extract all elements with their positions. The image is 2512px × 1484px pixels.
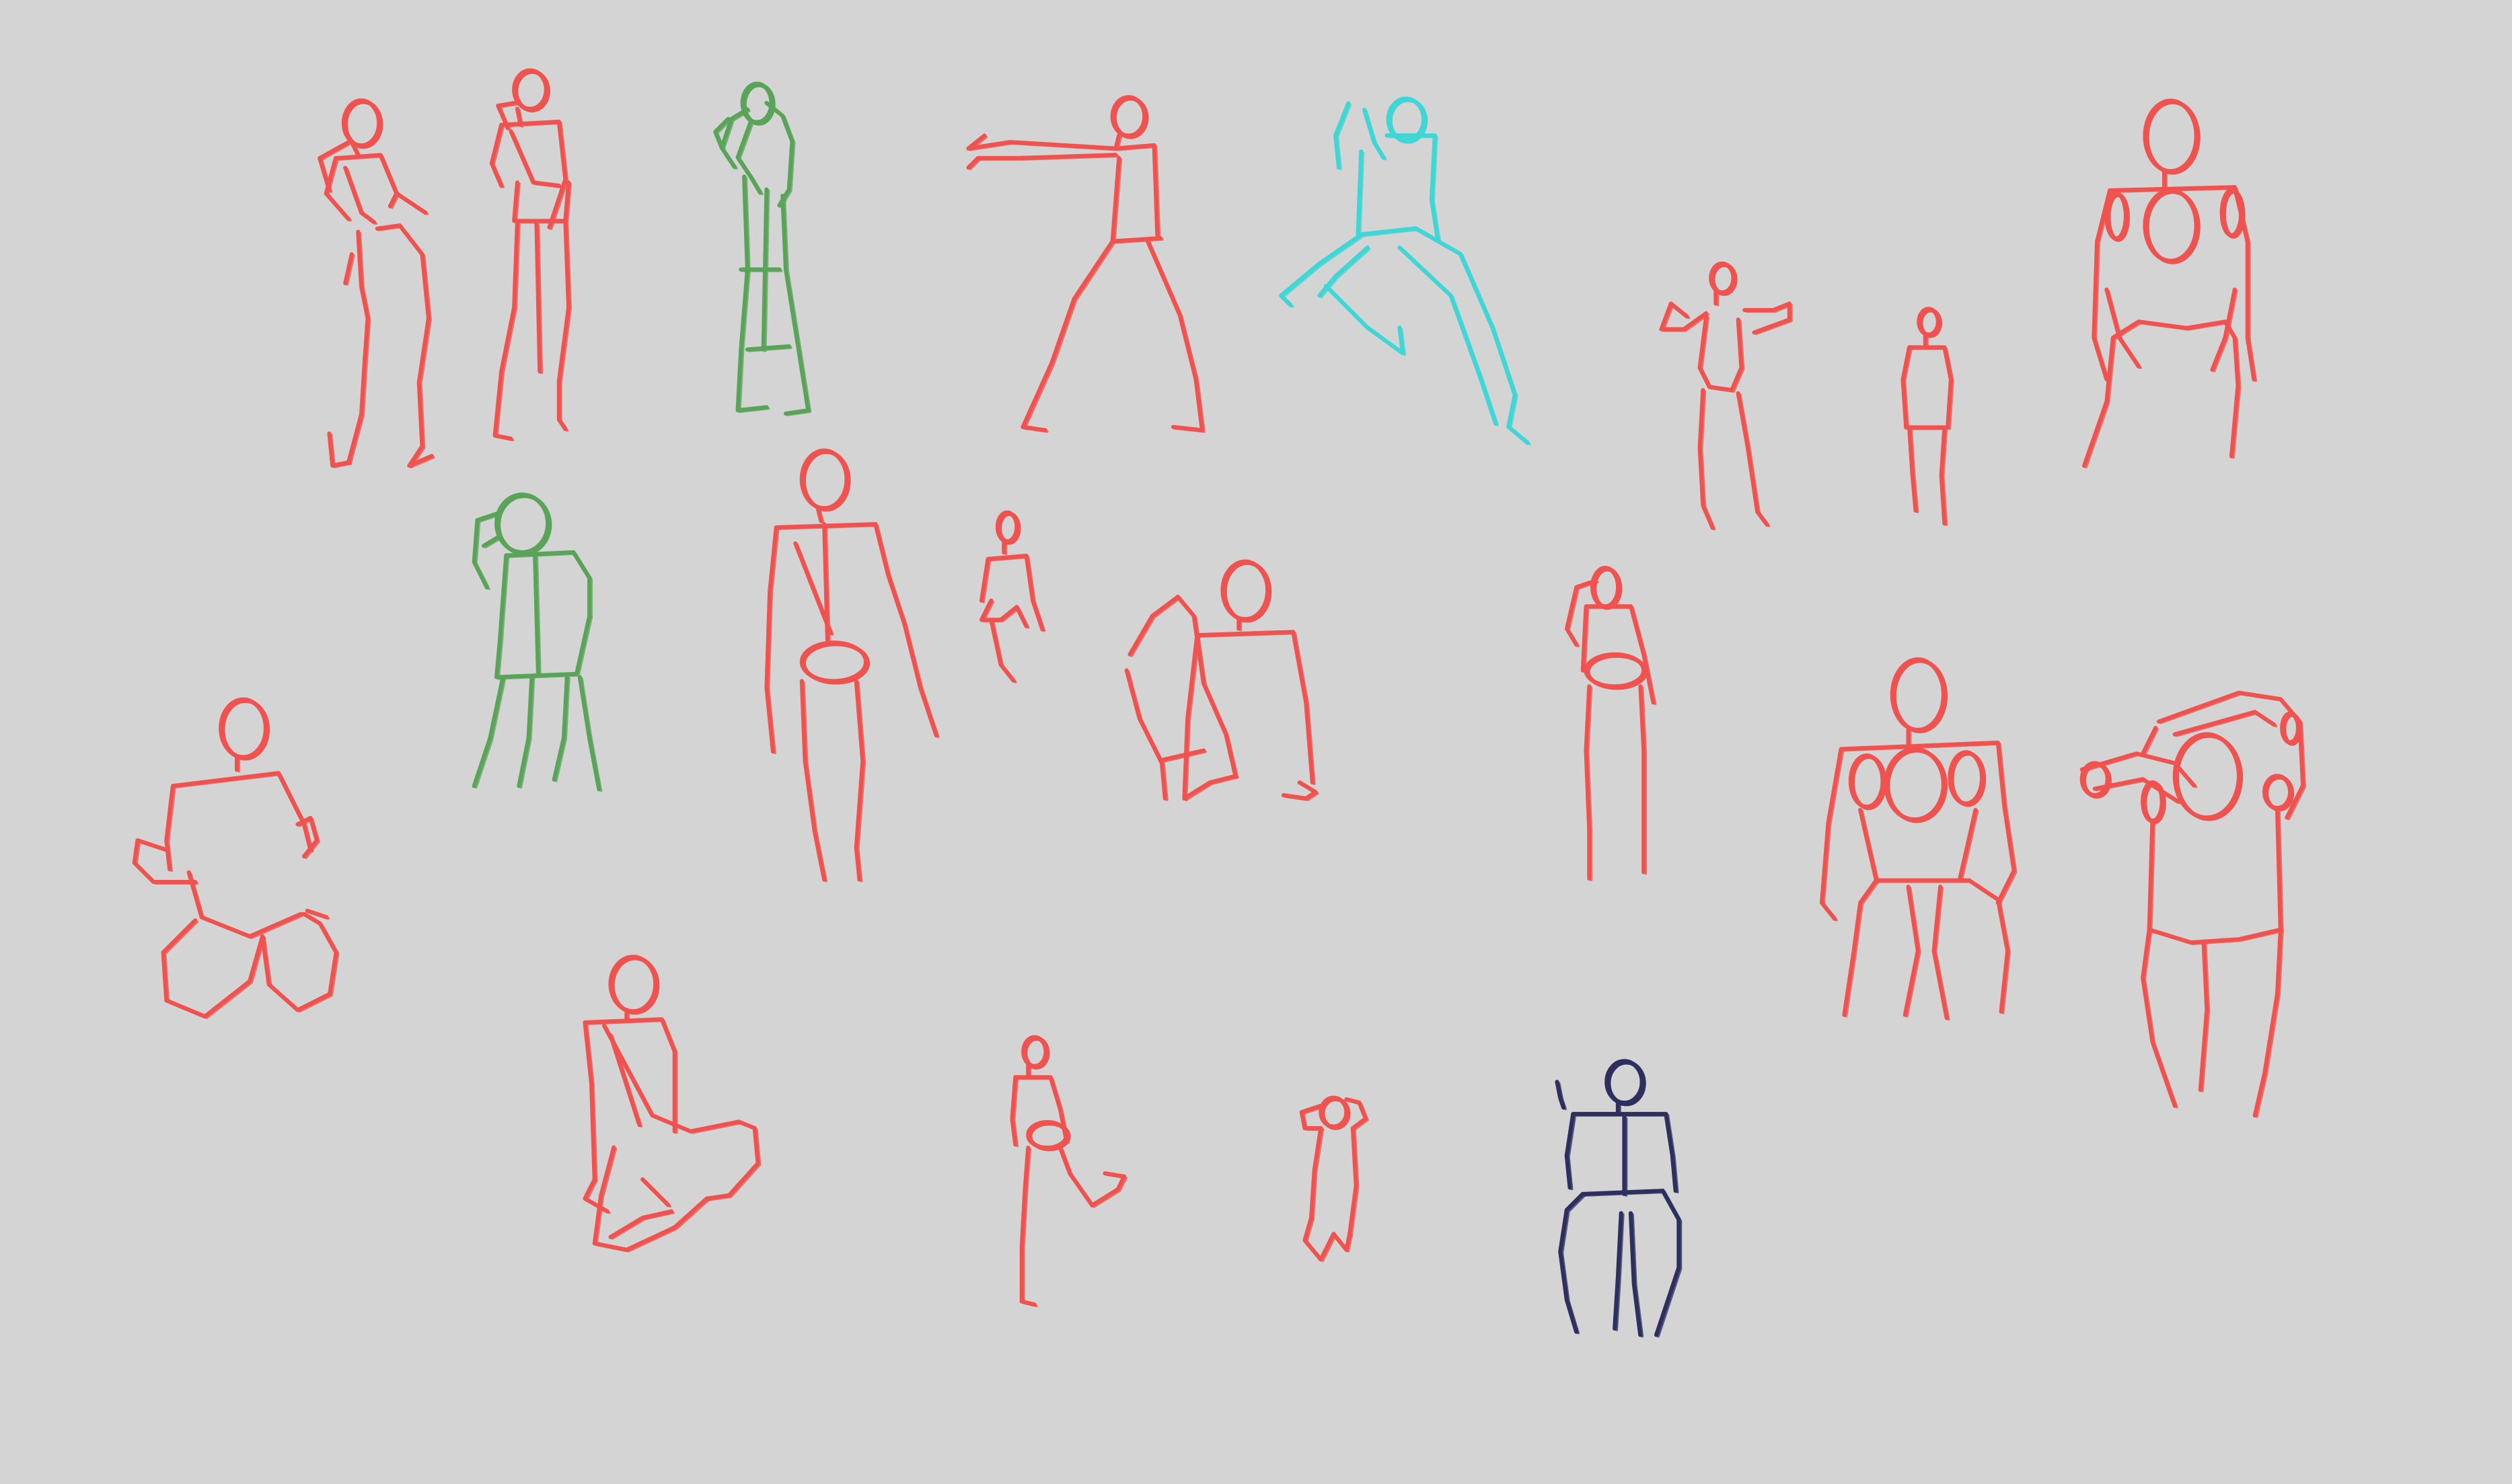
sketch-canvas xyxy=(0,0,2512,1484)
sketch-artwork xyxy=(0,0,2512,1484)
